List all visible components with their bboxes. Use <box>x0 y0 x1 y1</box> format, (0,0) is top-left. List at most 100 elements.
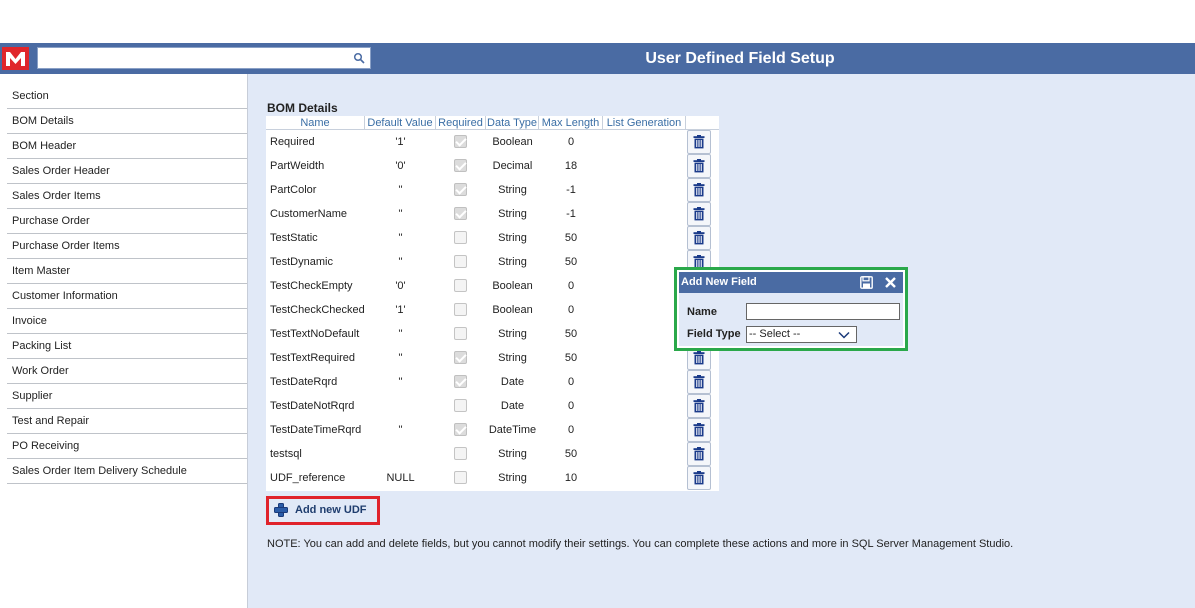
page-title: User Defined Field Setup <box>645 50 835 67</box>
table-row: TestDynamic '' String 50 <box>266 250 719 274</box>
delete-row-button[interactable] <box>687 226 711 250</box>
sidebar-item-supplier[interactable]: Supplier <box>7 384 247 409</box>
top-bar: User Defined Field Setup <box>0 43 1195 74</box>
sidebar-item-section[interactable]: Section <box>7 84 247 109</box>
sidebar-item-test-and-repair[interactable]: Test and Repair <box>7 409 247 434</box>
table-row: TestDateNotRqrd Date 0 <box>266 394 719 418</box>
sidebar-item-customer-information[interactable]: Customer Information <box>7 284 247 309</box>
search-icon[interactable] <box>353 52 365 64</box>
column-header-default-value[interactable]: Default Value <box>365 116 436 130</box>
required-checkbox[interactable] <box>454 327 467 340</box>
data-type: String <box>498 208 527 220</box>
required-checkbox[interactable] <box>454 279 467 292</box>
sidebar-item-item-master[interactable]: Item Master <box>7 259 247 284</box>
required-checkbox[interactable] <box>454 447 467 460</box>
required-checkbox[interactable] <box>454 351 467 364</box>
data-type: Boolean <box>492 280 533 292</box>
sidebar-item-po-receiving[interactable]: PO Receiving <box>7 434 247 459</box>
column-header-max-length[interactable]: Max Length <box>539 116 603 130</box>
column-header-data-type[interactable]: Data Type <box>486 116 539 130</box>
name-field[interactable] <box>746 303 900 320</box>
field-type-label: Field Type <box>687 328 741 340</box>
field-name: UDF_reference <box>270 472 346 484</box>
max-length: 50 <box>564 448 578 460</box>
default-value: '' <box>398 376 403 388</box>
sidebar-item-work-order[interactable]: Work Order <box>7 359 247 384</box>
column-header-list-generation[interactable]: List Generation <box>603 116 686 130</box>
required-checkbox[interactable] <box>454 375 467 388</box>
default-value <box>365 442 436 466</box>
sidebar-item-purchase-order-items[interactable]: Purchase Order Items <box>7 234 247 259</box>
data-type: Date <box>500 376 525 388</box>
required-checkbox[interactable] <box>454 159 467 172</box>
delete-row-button[interactable] <box>687 130 711 154</box>
required-checkbox[interactable] <box>454 423 467 436</box>
sidebar-item-bom-details[interactable]: BOM Details <box>7 109 247 134</box>
required-checkbox[interactable] <box>454 303 467 316</box>
search-input[interactable] <box>37 47 371 69</box>
delete-row-button[interactable] <box>687 370 711 394</box>
field-name: TestTextNoDefault <box>270 328 360 340</box>
sidebar-item-invoice[interactable]: Invoice <box>7 309 247 334</box>
dialog-title: Add New Field <box>681 276 757 288</box>
trash-icon <box>693 471 705 485</box>
required-checkbox[interactable] <box>454 255 467 268</box>
sidebar-item-sales-order-items[interactable]: Sales Order Items <box>7 184 247 209</box>
sidebar-item-sales-order-item-delivery-schedule[interactable]: Sales Order Item Delivery Schedule <box>7 459 247 484</box>
dialog-header: Add New Field <box>679 272 903 293</box>
section-title: BOM Details <box>267 101 338 115</box>
delete-row-button[interactable] <box>687 178 711 202</box>
table-row: TestCheckEmpty '0' Boolean 0 <box>266 274 719 298</box>
trash-icon <box>693 183 705 197</box>
required-checkbox[interactable] <box>454 135 467 148</box>
data-type: String <box>498 472 527 484</box>
default-value: '1' <box>395 136 406 148</box>
field-name: TestDateNotRqrd <box>270 400 355 412</box>
delete-row-button[interactable] <box>687 394 711 418</box>
max-length: 0 <box>567 424 575 436</box>
field-name: TestTextRequired <box>270 352 355 364</box>
field-type-select[interactable]: -- Select -- <box>746 326 857 343</box>
sidebar-item-bom-header[interactable]: BOM Header <box>7 134 247 159</box>
table-header: Name Default Value Required Data Type Ma… <box>266 116 719 130</box>
app-logo[interactable] <box>2 47 29 70</box>
field-name: TestDateRqrd <box>270 376 338 388</box>
sidebar-item-sales-order-header[interactable]: Sales Order Header <box>7 159 247 184</box>
table-row: PartColor '' String -1 <box>266 178 719 202</box>
data-type: String <box>498 256 527 268</box>
trash-icon <box>693 375 705 389</box>
required-checkbox[interactable] <box>454 471 467 484</box>
field-name: testsql <box>270 448 302 460</box>
field-type-selected: -- Select -- <box>749 328 801 340</box>
trash-icon <box>693 351 705 365</box>
column-header-required[interactable]: Required <box>436 116 486 130</box>
field-name: TestDateTimeRqrd <box>270 424 362 436</box>
delete-row-button[interactable] <box>687 442 711 466</box>
required-checkbox[interactable] <box>454 207 467 220</box>
trash-icon <box>693 135 705 149</box>
required-checkbox[interactable] <box>454 399 467 412</box>
delete-row-button[interactable] <box>687 466 711 490</box>
add-new-udf-button[interactable]: Add new UDF <box>266 496 380 525</box>
delete-row-button[interactable] <box>687 418 711 442</box>
required-checkbox[interactable] <box>454 183 467 196</box>
save-icon[interactable] <box>860 276 873 289</box>
default-value: '' <box>398 232 403 244</box>
sidebar-item-purchase-order[interactable]: Purchase Order <box>7 209 247 234</box>
trash-icon <box>693 447 705 461</box>
field-name: CustomerName <box>270 208 348 220</box>
field-name: PartColor <box>270 184 317 196</box>
delete-row-button[interactable] <box>687 202 711 226</box>
max-length: 0 <box>567 280 575 292</box>
trash-icon <box>693 207 705 221</box>
delete-row-button[interactable] <box>687 154 711 178</box>
required-checkbox[interactable] <box>454 231 467 244</box>
max-length: 10 <box>564 472 578 484</box>
column-header-name[interactable]: Name <box>266 116 365 130</box>
trash-icon <box>693 231 705 245</box>
sidebar-item-packing-list[interactable]: Packing List <box>7 334 247 359</box>
field-name: PartWeidth <box>270 160 325 172</box>
close-icon[interactable] <box>885 277 896 288</box>
default-value: '' <box>398 256 403 268</box>
max-length: 50 <box>564 352 578 364</box>
